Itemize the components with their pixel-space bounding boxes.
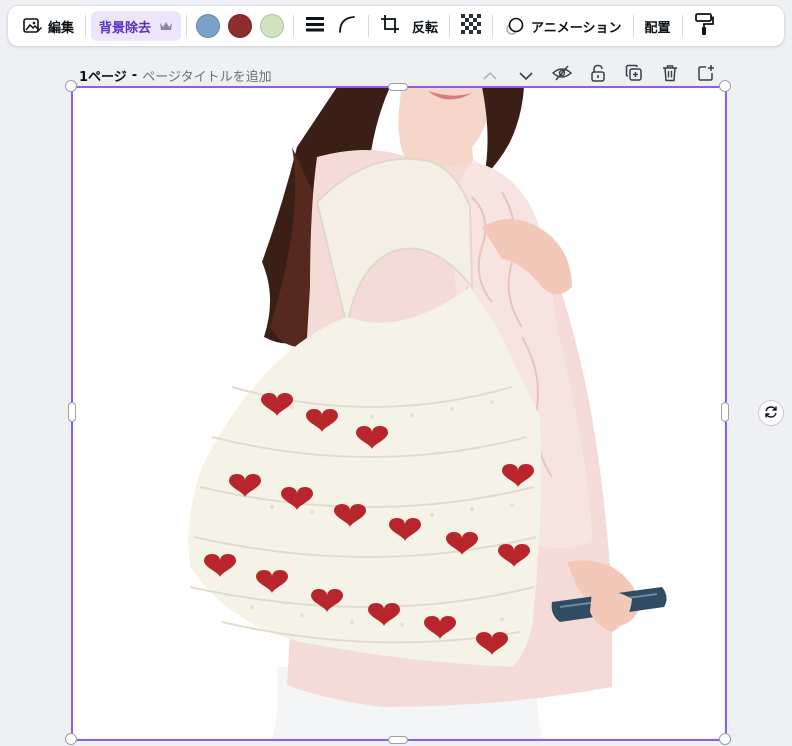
trash-icon — [662, 64, 678, 86]
corner-rounding-icon — [338, 15, 356, 37]
duplicate-page-button[interactable] — [616, 62, 652, 88]
rotate-button[interactable] — [758, 400, 784, 426]
toolbar-divider — [293, 15, 295, 37]
transparency-button[interactable] — [455, 11, 487, 41]
animation-button[interactable]: アニメーション — [498, 11, 627, 41]
edit-image-button[interactable]: 編集 — [16, 11, 80, 41]
toolbar-divider — [681, 15, 683, 37]
editor-toolbar: 編集 背景除去 反転 アニメーション 配置 — [8, 6, 784, 46]
resize-handle-bottom-right[interactable] — [719, 733, 731, 745]
resize-handle-left[interactable] — [68, 402, 76, 422]
page-number: 1ページ — [79, 70, 127, 85]
rotate-icon — [764, 404, 778, 423]
flip-button[interactable]: 反転 — [406, 11, 444, 41]
page-header: 1ページ - ページタイトルを追加 — [79, 66, 272, 85]
delete-page-button[interactable] — [652, 62, 688, 88]
image-edit-icon — [22, 16, 42, 36]
border-style-button[interactable] — [299, 11, 331, 41]
add-page-icon — [697, 64, 715, 86]
toolbar-divider — [368, 15, 370, 37]
page-title-input[interactable]: ページタイトルを追加 — [142, 66, 271, 85]
edit-label: 編集 — [48, 20, 75, 36]
toolbar-divider — [449, 15, 451, 37]
page-tools — [472, 62, 724, 88]
chevron-up-icon — [483, 66, 497, 85]
copy-style-button[interactable] — [688, 11, 720, 41]
resize-handle-right[interactable] — [721, 402, 729, 422]
animation-label: アニメーション — [531, 20, 622, 36]
toolbar-divider — [492, 15, 494, 37]
background-remover-label: 背景除去 — [99, 20, 152, 36]
color-swatch-blue[interactable] — [196, 14, 221, 38]
page-title-separator: - — [131, 68, 138, 83]
resize-handle-top-left[interactable] — [65, 80, 77, 92]
hide-icon — [551, 65, 573, 85]
resize-handle-top-right[interactable] — [719, 80, 731, 92]
crown-icon — [159, 20, 173, 32]
position-label: 配置 — [644, 20, 671, 36]
chevron-down-icon — [519, 66, 533, 85]
crop-button[interactable] — [374, 11, 406, 41]
color-swatch-green[interactable] — [260, 14, 285, 38]
corner-rounding-button[interactable] — [331, 11, 363, 41]
toolbar-divider — [632, 15, 634, 37]
resize-handle-bottom-left[interactable] — [65, 733, 77, 745]
lock-page-button[interactable] — [580, 62, 616, 88]
border-style-icon — [306, 16, 325, 36]
toolbar-divider — [85, 15, 87, 37]
move-page-down-button[interactable] — [508, 62, 544, 88]
design-canvas[interactable] — [72, 87, 724, 738]
move-page-up-button[interactable] — [472, 62, 508, 88]
resize-handle-bottom[interactable] — [388, 736, 408, 744]
crop-icon — [380, 14, 400, 38]
position-button[interactable]: 配置 — [639, 11, 677, 41]
hide-page-button[interactable] — [544, 62, 580, 88]
product-photo[interactable] — [72, 87, 724, 738]
resize-handle-top[interactable] — [388, 83, 408, 91]
flip-label: 反転 — [412, 20, 439, 36]
paint-roller-icon — [694, 12, 714, 40]
transparency-icon — [461, 14, 482, 38]
duplicate-icon — [625, 64, 643, 86]
lock-icon — [590, 64, 606, 86]
toolbar-divider — [186, 15, 188, 37]
animation-icon — [504, 16, 526, 36]
background-remover-button[interactable]: 背景除去 — [91, 11, 182, 41]
color-swatch-red[interactable] — [228, 14, 253, 38]
